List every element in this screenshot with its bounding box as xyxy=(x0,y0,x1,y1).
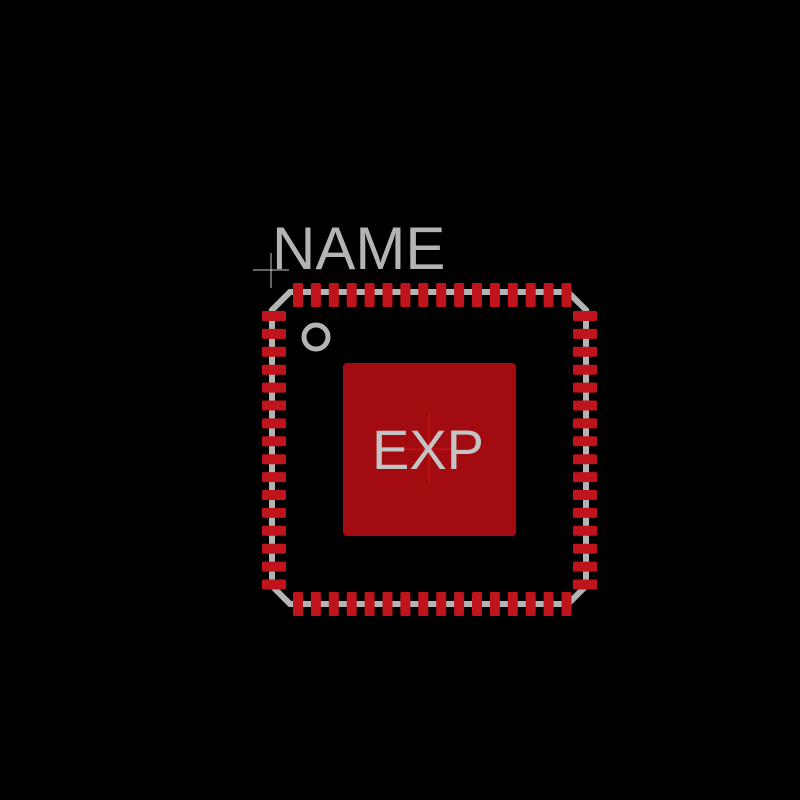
pad-right xyxy=(573,561,597,572)
pad-bottom xyxy=(543,592,554,616)
pad-top xyxy=(418,283,429,307)
pad-right xyxy=(573,436,597,447)
pad-bottom xyxy=(400,592,411,616)
pad-top xyxy=(293,283,303,307)
pad-bottom xyxy=(346,592,357,616)
pad-top xyxy=(436,283,447,307)
pad-left xyxy=(262,436,286,447)
exposed-pad-label: EXP xyxy=(372,418,484,481)
pad-bottom xyxy=(436,592,447,616)
pad-top xyxy=(310,283,321,307)
pad-left xyxy=(262,454,286,465)
pad-right xyxy=(573,525,597,536)
pad-left xyxy=(262,490,286,500)
pad-bottom xyxy=(382,592,393,616)
pad-top xyxy=(472,283,482,307)
pad-left xyxy=(262,579,286,590)
pad-bottom xyxy=(328,592,339,616)
pad-right xyxy=(573,579,597,590)
pad-right xyxy=(573,418,597,429)
pad-right xyxy=(573,311,597,321)
part-name-label: NAME xyxy=(272,215,445,282)
pad-right xyxy=(573,454,597,465)
pad-left xyxy=(262,525,286,536)
pad-left xyxy=(262,561,286,572)
pad-right xyxy=(573,346,597,357)
qfn-footprint-canvas: EXP NAME xyxy=(0,0,800,800)
pad-right xyxy=(573,364,597,375)
pad-left xyxy=(262,364,286,375)
pad-bottom xyxy=(310,592,321,616)
pad-top xyxy=(561,283,572,307)
pad-bottom xyxy=(364,592,375,616)
pad-bottom xyxy=(293,592,303,616)
pad-bottom xyxy=(472,592,482,616)
pad-right xyxy=(573,507,597,518)
pad-top xyxy=(543,283,554,307)
pad-right xyxy=(573,490,597,500)
pad-bottom xyxy=(525,592,536,616)
pad-top xyxy=(454,283,465,307)
pad-right xyxy=(573,400,597,411)
pad-top xyxy=(507,283,518,307)
pad-left xyxy=(262,311,286,321)
pad-right xyxy=(573,543,597,554)
pad-top xyxy=(328,283,339,307)
pad-left xyxy=(262,507,286,518)
pad-top xyxy=(364,283,375,307)
pad-left xyxy=(262,472,286,483)
pad-top xyxy=(400,283,411,307)
pad-top xyxy=(489,283,500,307)
pad-top xyxy=(346,283,357,307)
pad-left xyxy=(262,543,286,554)
pad-right xyxy=(573,472,597,483)
pad-top xyxy=(382,283,393,307)
pad-bottom xyxy=(561,592,572,616)
pad-right xyxy=(573,382,597,393)
pad-bottom xyxy=(489,592,500,616)
pad-left xyxy=(262,382,286,393)
pad-left xyxy=(262,346,286,357)
pad-bottom xyxy=(454,592,465,616)
pad-right xyxy=(573,328,597,339)
pad-bottom xyxy=(507,592,518,616)
pad-left xyxy=(262,418,286,429)
pad-left xyxy=(262,400,286,411)
pad-top xyxy=(525,283,536,307)
pad-bottom xyxy=(418,592,429,616)
pad-left xyxy=(262,328,286,339)
